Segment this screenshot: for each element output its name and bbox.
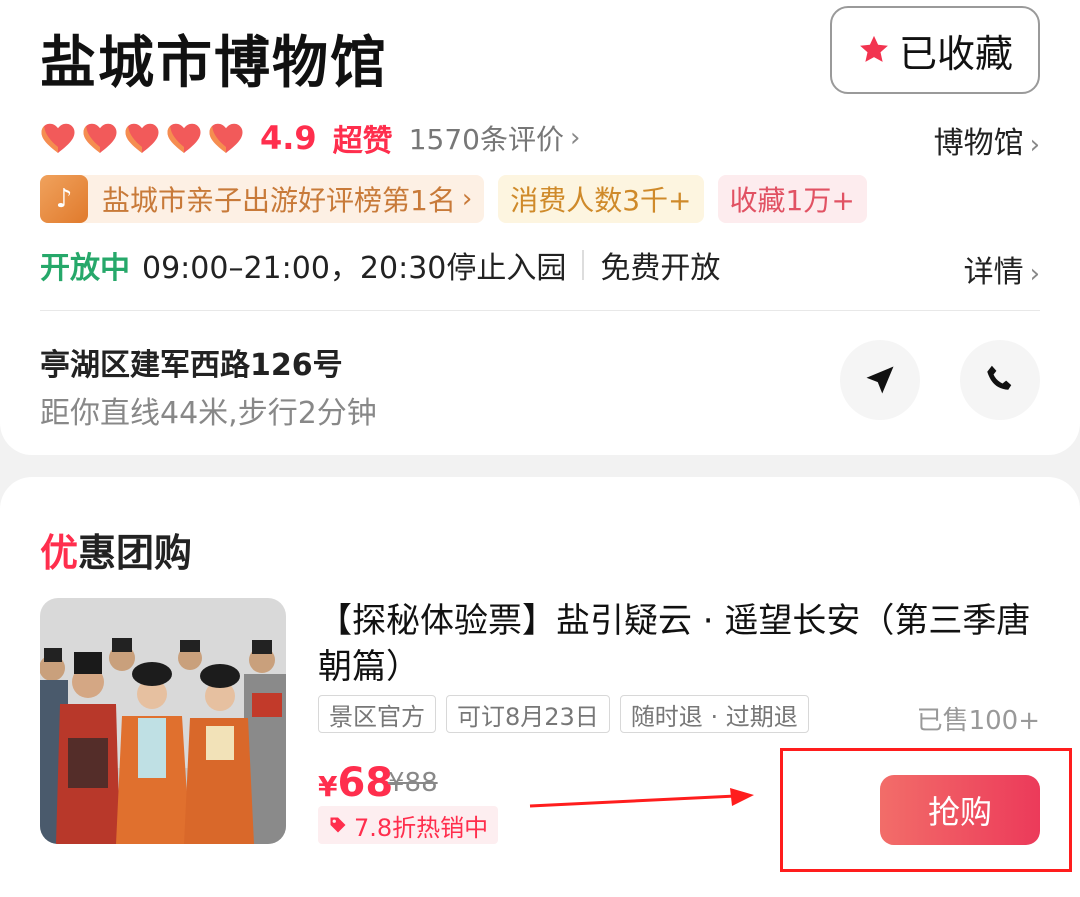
tags-row: ♪ 盐城市亲子出游好评榜第1名 › 消费人数3千+ 收藏1万+ [40,175,867,223]
heart-icon [125,123,159,153]
admission-fee: 免费开放 [600,251,721,286]
chevron-right-icon: › [1029,130,1040,160]
distance-info: 距你直线44米,步行2分钟 [40,396,377,431]
section-title-text: 惠团购 [78,531,193,575]
product-features: 景区官方 可订8月23日 随时退 · 过期退 [318,695,809,733]
category-label: 博物馆 [933,126,1024,161]
details-label: 详情 [963,255,1024,290]
douyin-icon: ♪ [40,175,88,223]
navigate-button[interactable] [840,340,920,420]
open-status: 开放中 [40,251,130,286]
category-link[interactable]: 博物馆 › [934,118,1040,162]
discount-label: 7.8折热销中 [354,813,489,842]
buy-button[interactable]: 抢购 [880,775,1040,845]
star-icon [860,35,888,62]
current-price: ¥68 [318,760,393,806]
annotation-arrow [529,788,754,808]
navigate-icon [866,366,894,394]
feature-tag: 景区官方 [318,695,436,733]
details-link[interactable]: 详情 › [964,247,1040,291]
review-count-link[interactable]: 1570条评价 [409,118,564,158]
heart-icon [83,123,117,153]
rating-praise: 超赞 [332,124,393,159]
visitor-count-tag: 消费人数3千+ [498,175,704,223]
price-value: 68 [337,760,394,806]
rating-score: 4.9 [260,119,317,157]
discount-badge: 7.8折热销中 [318,806,499,844]
phone-button[interactable] [960,340,1040,420]
rating-row[interactable]: 4.9 超赞 1570条评价 › [40,116,580,160]
tag-icon [330,817,346,833]
divider [40,310,1040,311]
feature-tag: 可订8月23日 [446,695,610,733]
product-image[interactable] [40,598,286,844]
sold-count: 已售100+ [916,706,1040,736]
phone-icon [987,365,1012,390]
ranking-tag[interactable]: ♪ 盐城市亲子出游好评榜第1名 › [40,175,485,223]
deals-section-title: 优惠团购 [40,522,192,577]
heart-icon [209,123,243,153]
chevron-right-icon: › [1029,259,1040,289]
heart-icon [41,123,75,153]
currency-symbol: ¥ [318,770,338,803]
original-price: ¥88 [388,768,438,798]
chevron-right-icon: › [461,184,473,214]
separator [582,250,585,280]
favorite-button[interactable]: 已收藏 [830,6,1040,94]
favorites-count-tag: 收藏1万+ [717,175,867,223]
favorite-label: 已收藏 [898,31,1013,76]
page-title: 盐城市博物馆 [40,31,388,96]
product-title[interactable]: 【探秘体验票】盐引疑云 · 遥望长安（第三季唐朝篇） [318,598,1048,690]
chevron-right-icon: › [569,123,581,153]
section-title-accent: 优 [40,531,79,575]
ranking-label: 盐城市亲子出游好评榜第1名 [102,184,456,217]
feature-tag: 随时退 · 过期退 [619,695,809,733]
opening-hours: 开放中 09:00–21:00，20:30停止入园 免费开放 [40,245,721,286]
address: 亭湖区建军西路126号 [40,348,343,383]
heart-icon [167,123,201,153]
product-photo [40,598,286,844]
opening-time: 09:00–21:00，20:30停止入园 [142,251,567,286]
